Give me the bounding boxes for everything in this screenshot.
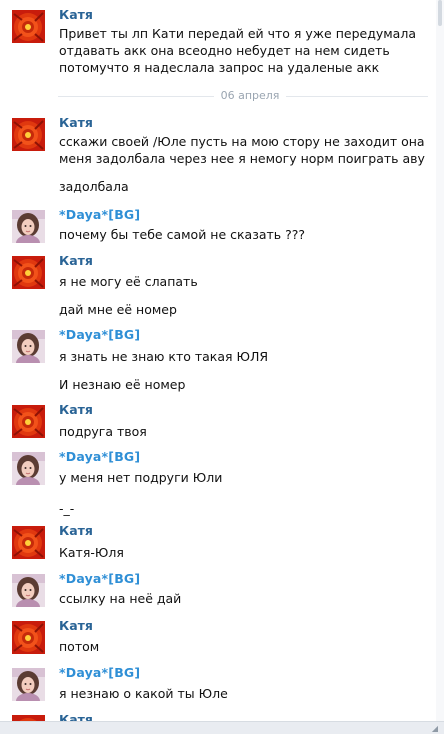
message-author[interactable]: Катя xyxy=(59,7,93,22)
scrollbar[interactable] xyxy=(436,0,444,734)
message-author[interactable]: Катя xyxy=(59,523,93,538)
avatar-katya[interactable] xyxy=(12,118,45,151)
avatar-katya[interactable] xyxy=(12,10,45,43)
avatar-katya[interactable] xyxy=(12,256,45,289)
avatar-katya[interactable] xyxy=(12,405,45,438)
message-text: потом xyxy=(59,639,100,654)
avatar-daya[interactable] xyxy=(12,210,45,243)
message-author[interactable]: Катя xyxy=(59,115,93,130)
flower-icon xyxy=(12,526,45,559)
message-author[interactable]: Катя xyxy=(59,253,93,268)
message-text: Привет ты лп Кати передай ей что я уже п… xyxy=(59,26,416,75)
avatar-daya[interactable] xyxy=(12,330,45,363)
message-text: подруга твоя xyxy=(59,424,147,439)
message-author[interactable]: *Daya*[BG] xyxy=(59,449,140,464)
flower-icon xyxy=(12,405,45,438)
message-history[interactable]: Катя Привет ты лп Кати передай ей что я … xyxy=(0,0,436,734)
message-author[interactable]: Катя xyxy=(59,402,93,417)
message-text: я не могу её слапать xyxy=(59,274,198,289)
message-text: -_- xyxy=(59,501,75,516)
resize-grip-icon[interactable]: ◢ xyxy=(432,725,438,733)
flower-icon xyxy=(12,10,45,43)
message-text: сскажи своей /Юле пусть на мою стору не … xyxy=(59,134,425,166)
message-text: дай мне её номер xyxy=(59,302,177,317)
message-author[interactable]: *Daya*[BG] xyxy=(59,571,140,586)
flower-icon xyxy=(12,256,45,289)
girl-photo-icon xyxy=(12,574,45,607)
message-text: ссылку на неё дай xyxy=(59,591,182,606)
scrollbar-thumb[interactable] xyxy=(438,0,442,26)
message-author[interactable]: Катя xyxy=(59,618,93,633)
avatar-daya[interactable] xyxy=(12,668,45,701)
girl-photo-icon xyxy=(12,210,45,243)
message-author[interactable]: *Daya*[BG] xyxy=(59,327,140,342)
message-text: задолбала xyxy=(59,179,129,194)
message-text: Катя-Юля xyxy=(59,545,124,560)
date-divider-label: 06 апреля xyxy=(214,89,286,103)
message-author[interactable]: *Daya*[BG] xyxy=(59,665,140,680)
flower-icon xyxy=(12,621,45,654)
girl-photo-icon xyxy=(12,668,45,701)
message-text: почему бы тебе самой не сказать ??? xyxy=(59,227,306,242)
girl-photo-icon xyxy=(12,330,45,363)
message-text: я незнаю о какой ты Юле xyxy=(59,686,228,701)
message-text: я знать не знаю кто такая ЮЛЯ xyxy=(59,349,269,364)
avatar-katya[interactable] xyxy=(12,526,45,559)
girl-photo-icon xyxy=(12,452,45,485)
flower-icon xyxy=(12,118,45,151)
message-text: И незнаю её номер xyxy=(59,377,186,392)
message-text: у меня нет подруги Юли xyxy=(59,470,223,485)
bottom-bar: ◢ xyxy=(0,721,444,734)
avatar-daya[interactable] xyxy=(12,452,45,485)
avatar-katya[interactable] xyxy=(12,621,45,654)
avatar-daya[interactable] xyxy=(12,574,45,607)
message-author[interactable]: *Daya*[BG] xyxy=(59,207,140,222)
